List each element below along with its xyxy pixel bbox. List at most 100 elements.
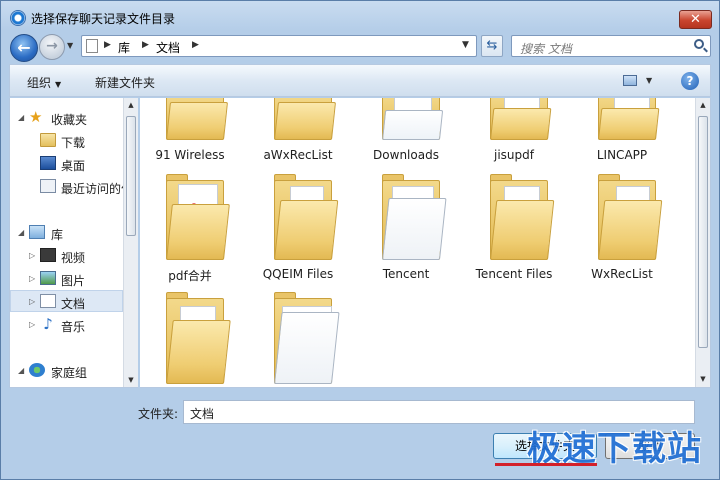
- list-item[interactable]: 91 Wireless: [140, 98, 240, 167]
- view-options-icon[interactable]: [623, 75, 637, 86]
- document-icon: [40, 294, 56, 308]
- cancel-button[interactable]: 取消: [605, 433, 695, 459]
- chevron-down-icon: ▼: [55, 80, 62, 89]
- folder-name: LINCAPP: [596, 148, 648, 162]
- collapse-icon[interactable]: ▷: [29, 297, 35, 306]
- folder-icon: [598, 98, 660, 140]
- sidebar-item-homegroup[interactable]: ◢ 家庭组: [10, 360, 123, 382]
- list-item[interactable]: jisupdf: [464, 98, 564, 167]
- scroll-down-icon[interactable]: ▼: [696, 372, 710, 387]
- list-item[interactable]: [248, 288, 348, 387]
- select-folder-button[interactable]: 选择文件夹: [493, 433, 597, 459]
- list-item[interactable]: aWxRecList: [248, 98, 348, 167]
- list-item[interactable]: LINCAPP: [572, 98, 672, 167]
- folder-name: 91 Wireless: [155, 148, 225, 162]
- chevron-down-icon[interactable]: ▼: [646, 76, 652, 85]
- list-item[interactable]: [140, 288, 240, 387]
- help-icon[interactable]: ?: [681, 72, 699, 90]
- list-item[interactable]: ⅄ pdf合并: [140, 170, 240, 285]
- folder-icon: ⅄: [166, 174, 230, 260]
- list-item[interactable]: QQEIM Files: [248, 170, 348, 285]
- watermark-underline: [495, 463, 597, 466]
- folder-icon: [274, 292, 340, 384]
- scroll-up-icon[interactable]: ▲: [696, 98, 710, 113]
- sidebar-item-favorites[interactable]: ◢ ★ 收藏夹: [10, 107, 123, 129]
- folder-name: pdf合并: [168, 269, 212, 283]
- folder-icon: [274, 98, 336, 140]
- collapse-icon[interactable]: ▷: [29, 320, 35, 329]
- sidebar-item-label: 桌面: [61, 159, 86, 173]
- scroll-thumb[interactable]: [126, 116, 136, 236]
- file-list-scrollbar[interactable]: ▲ ▼: [695, 98, 710, 387]
- search-input[interactable]: 搜索 文档: [511, 35, 711, 57]
- sidebar-item-label: 图片: [61, 274, 86, 288]
- sidebar-item-label: 音乐: [61, 320, 86, 334]
- address-bar[interactable]: ▶ 库 ▶ 文档 ▶ ▼: [81, 35, 477, 57]
- sidebar-item-label: 视频: [61, 251, 86, 265]
- search-placeholder: 搜索 文档: [520, 42, 572, 56]
- file-list-pane: 91 Wireless aWxRecList Downloads jisupdf…: [140, 98, 711, 388]
- navigation-scrollbar[interactable]: ▲ ▼: [123, 98, 138, 387]
- folder-icon: [382, 174, 447, 260]
- address-dropdown-icon[interactable]: ▼: [462, 40, 469, 50]
- breadcrumb-arrow-icon[interactable]: ▶: [192, 40, 199, 50]
- expand-icon[interactable]: ◢: [18, 113, 24, 122]
- sidebar-item-documents[interactable]: ▷ 文档: [10, 290, 123, 312]
- scroll-down-icon[interactable]: ▼: [124, 373, 138, 387]
- history-dropdown-icon[interactable]: ▼: [67, 41, 77, 51]
- sidebar-item-library[interactable]: ◢ 库: [10, 222, 123, 244]
- star-icon: ★: [29, 108, 43, 126]
- recent-places-icon: [40, 179, 56, 193]
- sidebar-item-music[interactable]: ▷ ♪ 音乐: [10, 314, 123, 336]
- title-bar: 选择保存聊天记录文件目录: [1, 1, 719, 33]
- homegroup-icon: [29, 363, 45, 377]
- expand-icon[interactable]: ◢: [18, 366, 24, 375]
- scroll-up-icon[interactable]: ▲: [124, 98, 138, 113]
- list-item[interactable]: WxRecList: [572, 170, 672, 285]
- search-icon[interactable]: [694, 39, 704, 49]
- list-item[interactable]: Downloads: [356, 98, 456, 167]
- app-icon: [10, 10, 26, 26]
- collapse-icon[interactable]: ▷: [29, 274, 35, 283]
- breadcrumb-documents[interactable]: 文档: [156, 39, 180, 56]
- organize-menu[interactable]: 组织 ▼: [27, 74, 61, 91]
- sidebar-item-label: 最近访问的位置: [61, 182, 123, 196]
- breadcrumb-arrow-icon[interactable]: ▶: [104, 40, 111, 50]
- refresh-button[interactable]: ⇆: [481, 35, 503, 57]
- folder-name: Tencent Files: [475, 267, 553, 281]
- folder-field-label: 文件夹:: [138, 407, 179, 421]
- collapse-icon[interactable]: ▷: [29, 251, 35, 260]
- forward-button[interactable]: →: [39, 34, 65, 60]
- list-item[interactable]: Tencent Files: [464, 170, 564, 285]
- window-title: 选择保存聊天记录文件目录: [31, 12, 176, 26]
- folder-name: WxRecList: [591, 267, 653, 281]
- back-button[interactable]: ←: [10, 34, 38, 62]
- sidebar-item-recent[interactable]: 最近访问的位置: [10, 176, 123, 198]
- navigation-pane: ◢ ★ 收藏夹 下载 桌面 最近访问的位置 ◢ 库 ▷ 视频 ▷: [9, 98, 138, 388]
- expand-icon[interactable]: ◢: [18, 228, 24, 237]
- sidebar-item-label: 文档: [61, 297, 86, 311]
- music-icon: ♪: [43, 315, 53, 333]
- sidebar-item-label: 下载: [61, 136, 86, 150]
- organize-label: 组织: [27, 76, 52, 90]
- folder-input[interactable]: 文档: [183, 400, 695, 424]
- sidebar-item-videos[interactable]: ▷ 视频: [10, 245, 123, 267]
- sidebar-item-desktop[interactable]: 桌面: [10, 153, 123, 175]
- folder-name: jisupdf: [494, 148, 534, 162]
- library-icon: [29, 225, 45, 239]
- download-folder-icon: [40, 133, 56, 147]
- new-folder-button[interactable]: 新建文件夹: [95, 74, 155, 91]
- breadcrumb-arrow-icon[interactable]: ▶: [142, 40, 149, 50]
- folder-icon: [274, 174, 339, 260]
- sidebar-item-label: 库: [51, 228, 64, 242]
- breadcrumb-library[interactable]: 库: [118, 39, 130, 56]
- scroll-thumb[interactable]: [698, 116, 708, 348]
- list-item[interactable]: Tencent: [356, 170, 456, 285]
- close-button[interactable]: ✕: [679, 10, 712, 29]
- sidebar-item-pictures[interactable]: ▷ 图片: [10, 268, 123, 290]
- sidebar-item-downloads[interactable]: 下载: [10, 130, 123, 152]
- video-icon: [40, 248, 56, 262]
- folder-icon: [490, 174, 555, 260]
- sidebar-item-label: 收藏夹: [51, 113, 88, 127]
- folder-icon: [490, 98, 552, 140]
